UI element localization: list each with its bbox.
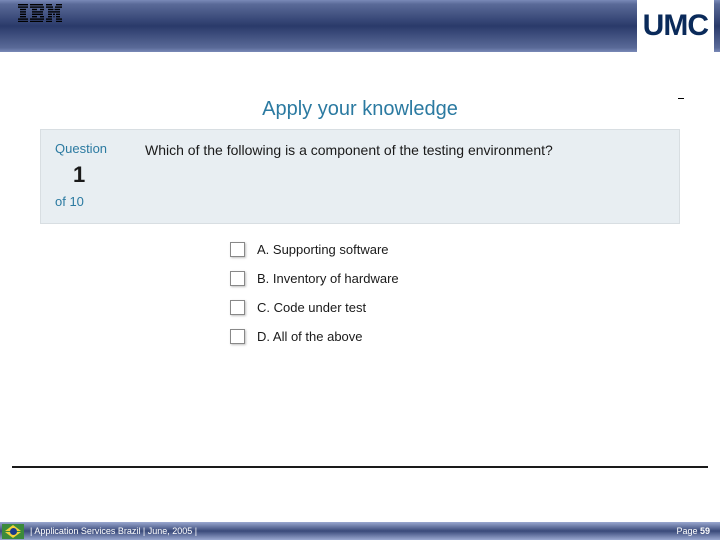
question-of-total: of 10 [55, 193, 145, 211]
horizontal-divider [12, 466, 708, 468]
answer-row: A. Supporting software [230, 242, 690, 257]
footer-left: | Application Services Brazil | June, 20… [0, 524, 197, 539]
page-number: Page 59 [676, 526, 710, 536]
footer-text: | Application Services Brazil | June, 20… [30, 526, 197, 536]
footer-bar: | Application Services Brazil | June, 20… [0, 522, 720, 540]
answers-list: A. Supporting software B. Inventory of h… [230, 242, 690, 344]
content-area: Apply your knowledge Question 1 of 10 Wh… [0, 98, 720, 344]
ibm-logo [18, 4, 62, 22]
umc-logo-box: UMC [637, 0, 714, 52]
question-number: 1 [73, 160, 145, 191]
page-label: Page [676, 526, 700, 536]
umc-logo: UMC [643, 9, 708, 43]
brazil-flag-icon [2, 524, 24, 539]
answer-label-a: A. Supporting software [257, 242, 389, 257]
answer-row: B. Inventory of hardware [230, 271, 690, 286]
answer-row: C. Code under test [230, 300, 690, 315]
question-text: Which of the following is a component of… [145, 140, 665, 211]
answer-row: D. All of the above [230, 329, 690, 344]
page-number-value: 59 [700, 526, 710, 536]
answer-label-c: C. Code under test [257, 300, 366, 315]
question-block: Question 1 of 10 Which of the following … [40, 129, 680, 224]
decorative-mark [678, 98, 684, 99]
checkbox-c[interactable] [230, 300, 245, 315]
question-meta: Question 1 of 10 [55, 140, 145, 211]
checkbox-d[interactable] [230, 329, 245, 344]
question-label: Question [55, 140, 145, 158]
page-title: Apply your knowledge [30, 98, 690, 121]
checkbox-b[interactable] [230, 271, 245, 286]
checkbox-a[interactable] [230, 242, 245, 257]
header-bar: UMC [0, 0, 720, 52]
answer-label-b: B. Inventory of hardware [257, 271, 399, 286]
answer-label-d: D. All of the above [257, 329, 363, 344]
